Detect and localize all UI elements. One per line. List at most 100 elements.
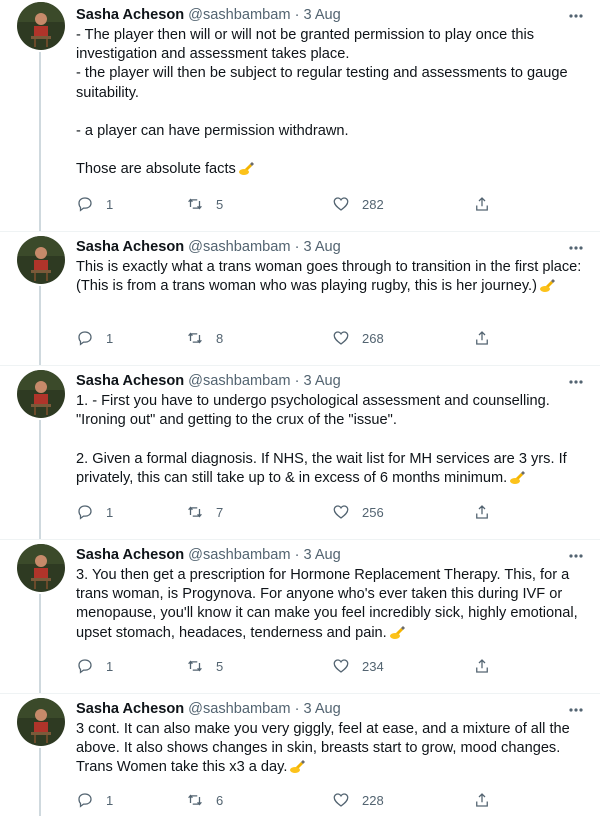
- author-handle[interactable]: @sashbambam: [188, 547, 290, 563]
- share-button[interactable]: [473, 195, 491, 213]
- tweet-date[interactable]: 3 Aug: [303, 547, 340, 563]
- like-button[interactable]: 268: [332, 329, 384, 347]
- retweet-button[interactable]: 7: [186, 503, 223, 521]
- tweet-header: Sasha Acheson @sashbambam · 3 Aug: [76, 371, 586, 391]
- more-options-icon[interactable]: [566, 700, 586, 720]
- share-button[interactable]: [473, 791, 491, 809]
- tweet[interactable]: Sasha Acheson @sashbambam · 3 Aug 1. - F…: [0, 366, 600, 540]
- thread-line: [39, 420, 41, 540]
- retweet-button[interactable]: 5: [186, 195, 223, 213]
- author-name[interactable]: Sasha Acheson: [76, 239, 184, 255]
- more-options-icon[interactable]: [566, 372, 586, 392]
- share-icon: [476, 331, 488, 345]
- reply-count: 1: [106, 196, 114, 212]
- retweet-button[interactable]: 6: [186, 791, 223, 809]
- avatar-photo-icon: [17, 698, 65, 746]
- retweet-button[interactable]: 8: [186, 329, 223, 347]
- author-name[interactable]: Sasha Acheson: [76, 547, 184, 563]
- reply-button[interactable]: 1: [76, 657, 113, 675]
- tweet-date[interactable]: 3 Aug: [303, 7, 340, 23]
- tweet[interactable]: Sasha Acheson @sashbambam · 3 Aug - The …: [0, 0, 600, 232]
- author-handle[interactable]: @sashbambam: [188, 373, 290, 389]
- avatar[interactable]: [17, 2, 65, 50]
- retweet-count: 5: [216, 196, 224, 212]
- tweet[interactable]: Sasha Acheson @sashbambam · 3 Aug This i…: [0, 232, 600, 366]
- author-handle[interactable]: @sashbambam: [188, 239, 290, 255]
- tweet-date[interactable]: 3 Aug: [303, 373, 340, 389]
- avatar[interactable]: [17, 370, 65, 418]
- like-button[interactable]: 234: [332, 657, 384, 675]
- reply-button[interactable]: 1: [76, 329, 113, 347]
- writing-hand-icon: [238, 162, 254, 176]
- tweet-date[interactable]: 3 Aug: [303, 701, 340, 717]
- reply-count: 1: [106, 504, 114, 520]
- like-count: 234: [362, 658, 384, 674]
- tweet-actions: 1 8 268: [76, 329, 506, 349]
- retweet-count: 6: [216, 792, 224, 808]
- tweet-content: Sasha Acheson @sashbambam · 3 Aug 1. - F…: [76, 371, 586, 488]
- author-handle[interactable]: @sashbambam: [188, 7, 290, 23]
- like-button[interactable]: 228: [332, 791, 384, 809]
- reply-icon: [78, 331, 92, 346]
- tweet-content: Sasha Acheson @sashbambam · 3 Aug 3. You…: [76, 545, 586, 643]
- retweet-count: 7: [216, 504, 224, 520]
- more-options-icon[interactable]: [566, 238, 586, 258]
- reply-icon: [78, 659, 92, 674]
- tweet-date[interactable]: 3 Aug: [303, 239, 340, 255]
- share-icon: [476, 197, 488, 211]
- reply-icon: [78, 793, 92, 808]
- heart-icon: [333, 793, 349, 807]
- writing-hand-icon: [290, 760, 306, 774]
- author-name[interactable]: Sasha Acheson: [76, 373, 184, 389]
- retweet-button[interactable]: 5: [186, 657, 223, 675]
- heart-icon: [333, 331, 349, 345]
- tweet-header: Sasha Acheson @sashbambam · 3 Aug: [76, 5, 586, 25]
- share-button[interactable]: [473, 657, 491, 675]
- tweet[interactable]: Sasha Acheson @sashbambam · 3 Aug 3 cont…: [0, 694, 600, 816]
- writing-hand-icon: [389, 625, 405, 639]
- tweet-actions: 1 7 256: [76, 503, 506, 523]
- retweet-icon: [188, 660, 202, 672]
- like-button[interactable]: 256: [332, 503, 384, 521]
- tweet-content: Sasha Acheson @sashbambam · 3 Aug 3 cont…: [76, 699, 586, 778]
- heart-icon: [333, 505, 349, 519]
- tweet-text: This is exactly what a trans woman goes …: [76, 258, 586, 296]
- avatar-photo-icon: [17, 544, 65, 592]
- share-icon: [476, 793, 488, 807]
- share-button[interactable]: [473, 329, 491, 347]
- reply-button[interactable]: 1: [76, 195, 113, 213]
- tweet-actions: 1 6 228: [76, 791, 506, 811]
- writing-hand-icon: [539, 279, 555, 293]
- tweet-text-body: 1. - First you have to undergo psycholog…: [76, 393, 567, 486]
- avatar-photo-icon: [17, 236, 65, 284]
- avatar[interactable]: [17, 698, 65, 746]
- reply-count: 1: [106, 792, 114, 808]
- like-button[interactable]: 282: [332, 195, 384, 213]
- reply-button[interactable]: 1: [76, 791, 113, 809]
- thread-line: [39, 286, 41, 366]
- tweet-text-body: 3. You then get a prescription for Hormo…: [76, 567, 582, 641]
- tweet[interactable]: Sasha Acheson @sashbambam · 3 Aug 3. You…: [0, 540, 600, 694]
- author-name[interactable]: Sasha Acheson: [76, 701, 184, 717]
- reply-icon: [78, 505, 92, 520]
- writing-hand-icon: [510, 470, 526, 484]
- thread-line: [39, 52, 41, 232]
- share-button[interactable]: [473, 503, 491, 521]
- tweet-actions: 1 5 282: [76, 195, 506, 215]
- separator: ·: [294, 701, 300, 717]
- more-options-icon[interactable]: [566, 6, 586, 26]
- avatar[interactable]: [17, 236, 65, 284]
- tweet-text: - The player then will or will not be gr…: [76, 26, 586, 180]
- avatar[interactable]: [17, 544, 65, 592]
- separator: ·: [294, 373, 300, 389]
- reply-count: 1: [106, 330, 114, 346]
- tweet-actions: 1 5 234: [76, 657, 506, 677]
- separator: ·: [294, 547, 300, 563]
- tweet-header: Sasha Acheson @sashbambam · 3 Aug: [76, 237, 586, 257]
- reply-button[interactable]: 1: [76, 503, 113, 521]
- more-options-icon[interactable]: [566, 546, 586, 566]
- reply-count: 1: [106, 658, 114, 674]
- share-icon: [476, 659, 488, 673]
- author-handle[interactable]: @sashbambam: [188, 701, 290, 717]
- author-name[interactable]: Sasha Acheson: [76, 7, 184, 23]
